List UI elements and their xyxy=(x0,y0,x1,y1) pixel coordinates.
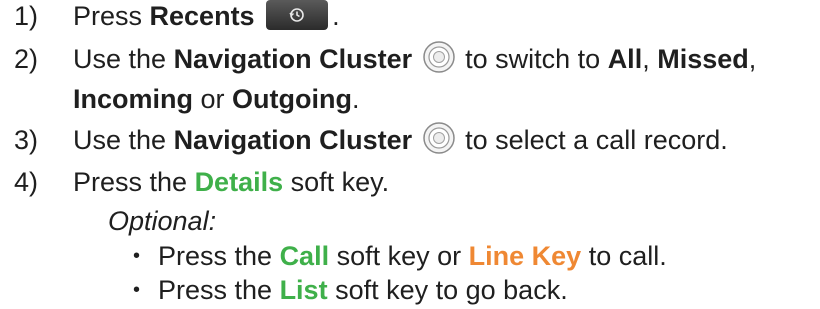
line-key-label: Line Key xyxy=(468,241,582,271)
step-text: , xyxy=(748,44,757,74)
step-text: to switch to xyxy=(457,44,608,74)
details-soft-key-label: Details xyxy=(194,167,284,197)
recents-label: Recents xyxy=(149,1,255,31)
call-soft-key-label: Call xyxy=(279,241,330,271)
step-text: . xyxy=(332,1,340,31)
step-text: . xyxy=(351,84,360,114)
bullet-text: to call. xyxy=(581,241,667,271)
step-text: soft key. xyxy=(283,167,390,197)
bullet-text: Press the xyxy=(158,275,280,305)
navigation-cluster-label: Navigation Cluster xyxy=(173,44,413,74)
incoming-label: Incoming xyxy=(73,84,193,114)
step-text: Use the xyxy=(73,125,174,155)
bullet-text: soft key to go back. xyxy=(327,275,568,305)
step-text: Press the xyxy=(73,167,195,197)
step-text: or xyxy=(193,84,233,114)
step-number: 3) xyxy=(14,125,39,155)
step-text: to select a call record. xyxy=(457,125,728,155)
missed-label: Missed xyxy=(657,44,749,74)
bullet-mark: • xyxy=(133,279,141,301)
recents-clock-icon xyxy=(289,8,304,22)
step-number: 4) xyxy=(14,167,39,197)
list-soft-key-label: List xyxy=(279,275,328,305)
step-text: Use the xyxy=(73,44,174,74)
navigation-cluster-icon xyxy=(422,41,455,74)
bullet-text: soft key or xyxy=(329,241,469,271)
step-number: 2) xyxy=(14,44,39,74)
instruction-document: 1) Press Recents . 2) Use the Navigation… xyxy=(0,0,820,309)
navigation-cluster-icon xyxy=(422,122,455,155)
optional-label: Optional: xyxy=(108,206,217,236)
all-label: All xyxy=(607,44,643,74)
bullet-text: Press the xyxy=(158,241,280,271)
outgoing-label: Outgoing xyxy=(232,84,352,114)
step-number: 1) xyxy=(14,1,39,31)
navigation-cluster-label: Navigation Cluster xyxy=(173,125,413,155)
step-text: Press xyxy=(73,1,150,31)
step-text: , xyxy=(642,44,658,74)
bullet-mark: • xyxy=(133,245,141,267)
recents-button xyxy=(266,0,329,30)
